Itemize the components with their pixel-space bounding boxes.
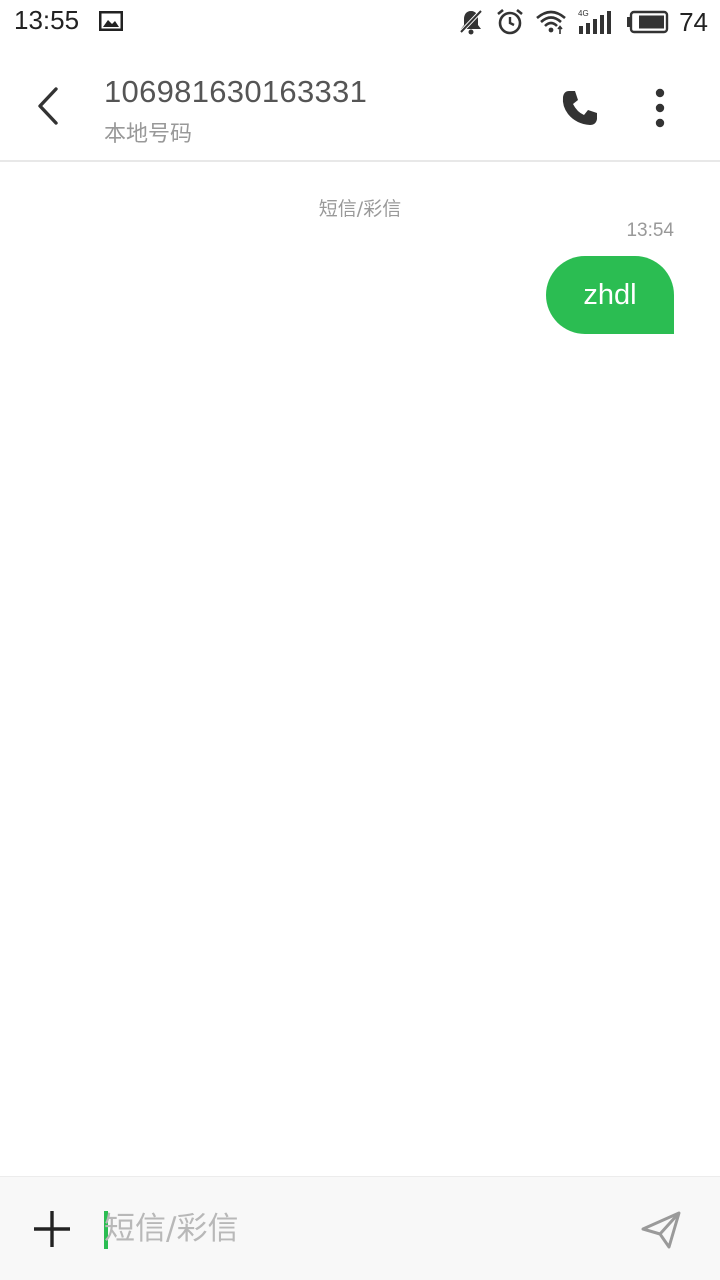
more-options-button[interactable]: [636, 84, 684, 132]
send-icon: [641, 1211, 681, 1249]
add-attachment-button[interactable]: [28, 1205, 76, 1253]
conversation-header: 106981630163331 本地号码: [0, 44, 720, 162]
more-vertical-icon: [655, 88, 665, 128]
message-timestamp: 13:54: [626, 220, 674, 241]
contact-number: 106981630163331: [104, 74, 368, 109]
back-button[interactable]: [24, 78, 72, 134]
chevron-left-icon: [38, 87, 58, 125]
outgoing-message-bubble[interactable]: zhdl: [546, 256, 674, 334]
phone-icon: [562, 91, 597, 125]
battery-icon: [627, 10, 669, 34]
message-input[interactable]: [104, 1201, 604, 1257]
status-icons: 4G 74: [457, 6, 708, 38]
compose-bar: [0, 1176, 720, 1280]
send-button[interactable]: [636, 1205, 686, 1255]
battery-level: 74: [679, 6, 708, 37]
call-button[interactable]: [556, 84, 604, 132]
wifi-icon: [536, 10, 566, 34]
contact-label: 本地号码: [104, 122, 193, 147]
conversation-type-label: 短信/彩信: [318, 198, 402, 220]
image-icon: [99, 11, 123, 31]
status-time: 13:55: [14, 5, 80, 35]
signal-4g-icon: 4G: [578, 9, 612, 34]
network-type-label: 4G: [578, 9, 589, 18]
status-bar: 13:55 4G 74: [0, 0, 720, 44]
plus-icon: [34, 1211, 70, 1247]
alarm-icon: [497, 8, 523, 35]
notifications-off-icon: [459, 9, 483, 35]
